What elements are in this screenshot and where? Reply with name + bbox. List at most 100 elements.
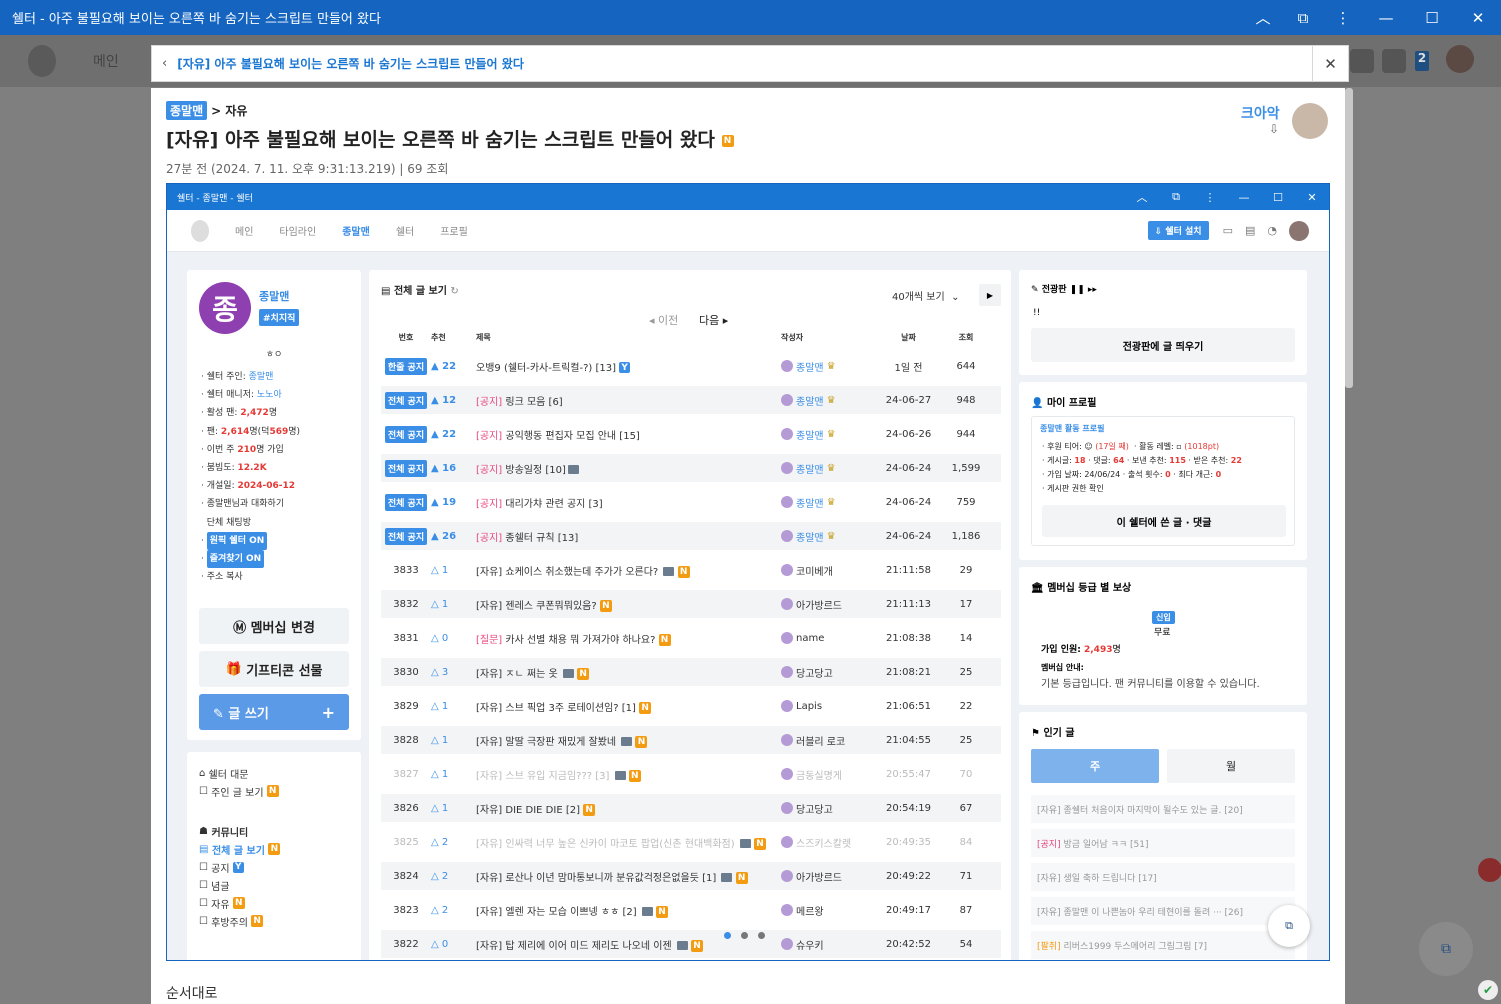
message-icon: ▤ [1244, 224, 1256, 237]
side-handle[interactable] [1478, 858, 1501, 882]
author-avatar [781, 802, 793, 814]
popular-item: [팔취] 리버스1999 두스메어리 그림그림 [7] [1031, 931, 1295, 959]
free-link: ☐ 자유 N [199, 894, 349, 912]
table-row: 3829 △ 1 [자유] 스브 픽업 3주 로테이션임? [1] N Lapi… [393, 700, 973, 714]
author-avatar [781, 836, 793, 848]
message-icon [1382, 49, 1406, 73]
pager-dots [724, 932, 765, 939]
notice-badge: 전체 공지 [384, 459, 428, 477]
membership-card: 🏛 멤버십 등급 별 보상 신입 무료 가입 인원: 2,493명 멤버십 안내… [1019, 567, 1307, 705]
bg-nav-main: 메인 [93, 54, 119, 70]
my-profile-card: 👤 마이 프로필 종말맨 활동 프로필 · 후원 티어: ☺ (17일 째) ·… [1019, 382, 1307, 560]
table-row: 전체 공지 ▲ 26 [공지] 종쉘터 규칙 [13] 종말맨 ♛ 24-06-… [381, 522, 1001, 550]
post-header: 종말맨 > 자유 [자유] 아주 불필요해 보이는 오른쪽 바 숨기는 스크립트… [166, 100, 1328, 180]
popular-item: [자유] 종쉘터 처음이자 마지막이 될수도 있는 글. [20] [1031, 795, 1295, 823]
more-icon[interactable]: ⋮ [1323, 0, 1363, 35]
table-row: 3830 △ 3 [자유] ㅈㄴ 쩌는 옷 N 당고당고 21:08:21 25 [381, 658, 1001, 686]
tab-month: 월 [1167, 749, 1295, 783]
embedded-screenshot: 쉘터 - 종말맨 - 쉘터 ︿ ⧉ ⋮ — ☐ ✕ 메인 타임라인 종말맨 쉘터… [166, 183, 1330, 961]
extension-icon[interactable]: ⧉ [1283, 0, 1323, 35]
chevron-left-icon[interactable]: ‹ [152, 56, 167, 71]
prev-link: ◂ 이전 [649, 314, 679, 327]
list-header: 번호 추천 제목 작성자 날짜 조회 [398, 332, 974, 342]
author-avatar [781, 360, 793, 372]
billboard-heading: ✎ 전광판 ❚❚ ▸▸ [1031, 285, 1097, 295]
author-avatar [781, 462, 793, 474]
table-row: 3824 △ 2 [자유] 로산나 이년 맘마통보니까 분유값걱정은없을듯 [1… [381, 862, 1001, 890]
download-icon[interactable]: ⇩ [1269, 122, 1279, 136]
inbox-icon: ▭ [1222, 224, 1233, 237]
post-body-text: 순서대로 [166, 986, 218, 1002]
shot-nav-timeline: 타임라인 [279, 227, 317, 238]
table-row: 3822 △ 0 [자유] 탑 제리에 이어 미드 제리도 나오네 이젠 N 슈… [381, 930, 1001, 958]
table-row: 한줄 공지 ▲ 22 오뱅9 (쉘터-카사-트릭컬-?) [13] Y 종말맨 … [381, 352, 1001, 380]
image-icon [567, 465, 579, 474]
image-icon [621, 737, 633, 746]
membership-button: Ⓜ 멤버십 변경 [199, 608, 349, 644]
shelter-door-link: ⌂ 쉘터 대문 [199, 767, 249, 781]
shot-nav-shelters: 쉘터 [395, 227, 415, 238]
per-page-select: 40개씩 보기 ⌄ [892, 292, 960, 303]
membership-info: 기본 등급입니다. 팬 커뮤니티를 이용할 수 있습니다. [1041, 679, 1260, 690]
table-row: 전체 공지 ▲ 19 [공지] 대리가챠 관련 공지 [3] 종말맨 ♛ 24-… [381, 488, 1001, 516]
notice-badge: 한줄 공지 [384, 357, 428, 375]
shot-nav-main: 메인 [235, 227, 254, 238]
shot-nav-profile: 프로필 [440, 227, 468, 238]
maximize-button[interactable]: ☐ [1409, 0, 1455, 35]
tier-price: 무료 [1154, 628, 1171, 638]
post-navbar: ‹ [자유] 아주 불필요해 보이는 오른쪽 바 숨기는 스크립트 만들어 왔다… [151, 45, 1349, 82]
chat-fab-icon[interactable]: ⧉ [1419, 922, 1473, 976]
shelter-motto: ㅎㅇ [265, 350, 283, 360]
author-avatar[interactable] [1292, 103, 1328, 139]
my-profile-stats: · 후원 티어: ☺ (17일 째) · 활동 레벨: ▫ (1018pt) ·… [1042, 442, 1242, 493]
notice-link: ☐ 공지 Y [199, 858, 349, 876]
author-avatar [781, 870, 793, 882]
table-row: 전체 공지 ▲ 22 [공지] 공익행동 편집자 모집 안내 [15] 종말맨 … [381, 420, 1001, 448]
all-posts-link: ▤ 전체 글 보기 N [199, 840, 349, 858]
my-profile-sub: 종말맨 활동 프로필 [1040, 424, 1105, 433]
tier-badge: 신입 [1152, 611, 1175, 624]
image-icon [641, 907, 653, 916]
post-document: 종말맨 > 자유 [자유] 아주 불필요해 보이는 오른쪽 바 숨기는 스크립트… [151, 88, 1345, 1004]
author-avatar [781, 428, 793, 440]
board-path[interactable]: > 자유 [211, 102, 247, 119]
board-badge[interactable]: 종말맨 [166, 100, 208, 120]
shot-titlebar: 쉘터 - 종말맨 - 쉘터 ︿ ⧉ ⋮ — ☐ ✕ [167, 184, 1329, 210]
scrollbar[interactable] [1345, 88, 1353, 388]
tab-week: 주 [1031, 749, 1159, 783]
post-meta: 27분 전 (2024. 7. 11. 오후 9:31:13.219) | 69… [166, 162, 449, 176]
shot-nav: 메인 타임라인 종말맨 쉘터 프로필 ⇩ 쉘터 설치 ▭ ▤ ◔ [167, 210, 1329, 252]
gift-button: 🎁 기프티콘 선물 [199, 651, 349, 687]
shelter-name: 종말맨 [259, 290, 290, 303]
crown-icon: ♛ [826, 462, 836, 474]
post-author[interactable]: 크아악 [1241, 103, 1280, 123]
notice-badge: 전체 공지 [384, 527, 428, 545]
more-icon: ⋮ [1204, 190, 1216, 204]
window-title: 쉘터 - 아주 불필요해 보이는 오른쪽 바 숨기는 스크립트 만들어 왔다 [12, 12, 381, 27]
write-button: ✎ 글 쓰기 + [199, 694, 349, 730]
next-page-icon: ▶ [979, 284, 1001, 306]
install-label: 쉘터 설치 [1165, 227, 1202, 237]
shelter-tag: #치지직 [259, 309, 300, 326]
bell-icon: ◔ [1267, 224, 1277, 237]
table-row: 3826 △ 1 [자유] DIE DIE DIE [2] N 당고당고 20:… [381, 794, 1001, 822]
image-icon [614, 771, 626, 780]
table-row: 전체 공지 ▲ 12 [공지] 링크 모음 [6] 종말맨 ♛ 24-06-27… [381, 386, 1001, 414]
minimize-button[interactable]: — [1363, 0, 1409, 35]
crown-icon: ♛ [826, 360, 836, 372]
shelter-links-card: ⌂ 쉘터 대문 ☐ 주인 글 보기 N ☗ 커뮤니티 ▤ 전체 글 보기 N ☐… [187, 752, 361, 960]
billboard-text: !! [1033, 308, 1041, 318]
table-row: 전체 공지 ▲ 16 [공지] 방송일정 [10] 종말맨 ♛ 24-06-24… [381, 454, 1001, 482]
close-window-button[interactable]: ✕ [1455, 0, 1501, 35]
author-avatar [781, 530, 793, 542]
author-avatar [781, 904, 793, 916]
close-post-button[interactable]: ✕ [1312, 45, 1349, 82]
notice-badge: 전체 공지 [384, 425, 428, 443]
author-avatar [781, 598, 793, 610]
chevron-up-icon[interactable]: ︿ [1243, 0, 1283, 35]
notice-badge: 전체 공지 [384, 493, 428, 511]
post-title: [자유] 아주 불필요해 보이는 오른쪽 바 숨기는 스크립트 만들어 왔다 [166, 129, 715, 151]
billboard-card: ✎ 전광판 ❚❚ ▸▸ !! 전광판에 글 띄우기 [1019, 270, 1307, 375]
table-row: 3833 △ 1 [자유] 쇼케이스 취소했는데 주가가 오른다? N 코미베개… [393, 564, 973, 578]
community-heading: ☗ 커뮤니티 [199, 825, 249, 839]
